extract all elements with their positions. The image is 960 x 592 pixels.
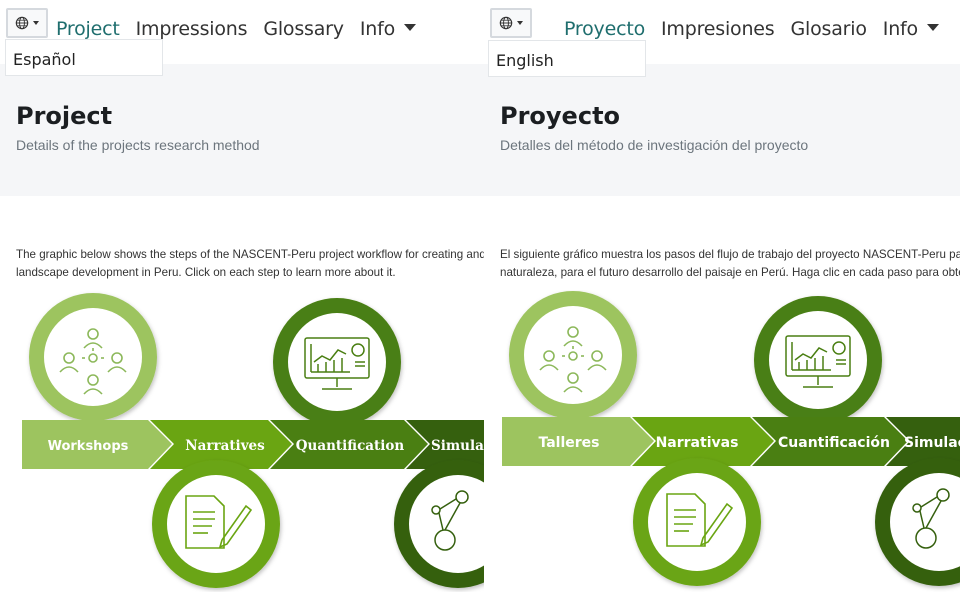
caret-down-icon <box>517 21 523 25</box>
page-title: Proyecto <box>500 102 621 130</box>
narratives-step-circle[interactable] <box>152 460 280 588</box>
globe-icon <box>499 16 513 30</box>
workshops-step-circle[interactable] <box>29 293 157 421</box>
workflow-graphic: Workshops Narratives Quantification Simu… <box>22 293 484 588</box>
globe-icon <box>15 16 29 30</box>
intro-line-2: naturaleza, para el futuro desarrollo de… <box>500 266 960 279</box>
intro-line-1: El siguiente gráfico muestra los pasos d… <box>500 248 960 261</box>
spanish-page-pane: Proyecto Impresiones Glosario Info Engli… <box>484 0 960 592</box>
nav-impresiones-link[interactable]: Impresiones <box>661 18 775 40</box>
step-label-simulation[interactable]: Simulat <box>431 438 484 454</box>
language-toggle-button[interactable] <box>6 8 48 38</box>
page-subtitle: Detalles del método de investigación del… <box>500 137 809 153</box>
narrativas-step-circle[interactable] <box>633 458 761 586</box>
caret-down-icon <box>33 21 39 25</box>
intro-text: El siguiente gráfico muestra los pasos d… <box>500 246 960 282</box>
intro-text: The graphic below shows the steps of the… <box>16 246 484 282</box>
nav-project-link[interactable]: Project <box>56 18 120 40</box>
page-header: Proyecto Detalles del método de investig… <box>484 64 960 196</box>
intro-line-1: The graphic below shows the steps of the… <box>16 248 484 261</box>
page-header: Project Details of the projects research… <box>0 64 484 196</box>
caret-down-icon <box>404 24 417 31</box>
simulation-step-circle[interactable] <box>394 460 484 588</box>
nav-info-label: Info <box>882 18 918 40</box>
page-subtitle: Details of the projects research method <box>16 137 260 153</box>
nav-info-dropdown[interactable]: Info <box>359 18 417 40</box>
nav-links: Proyecto Impresiones Glosario Info <box>564 18 939 40</box>
nav-glossary-link[interactable]: Glossary <box>263 18 344 40</box>
intro-line-2: landscape development in Peru. Click on … <box>16 266 396 279</box>
language-option-english[interactable]: English <box>488 40 646 77</box>
cuantificacion-step-circle[interactable] <box>754 296 882 424</box>
step-label-talleres[interactable]: Talleres <box>538 435 599 451</box>
nav-glosario-link[interactable]: Glosario <box>791 18 867 40</box>
step-label-workshops[interactable]: Workshops <box>48 439 129 454</box>
nav-impressions-link[interactable]: Impressions <box>136 18 248 40</box>
nav-info-label: Info <box>359 18 396 40</box>
nav-links: Project Impressions Glossary Info <box>56 18 417 40</box>
workflow-graphic: Talleres Narrativas Cuantificación Simul… <box>502 291 960 586</box>
step-label-quantification[interactable]: Quantification <box>296 438 405 454</box>
simulacion-step-circle[interactable] <box>875 458 960 586</box>
language-toggle-button[interactable] <box>490 8 532 38</box>
step-label-narrativas[interactable]: Narrativas <box>656 435 739 451</box>
page-title: Project <box>16 102 113 130</box>
language-option-espanol[interactable]: Español <box>5 39 163 76</box>
step-label-simulacion[interactable]: Simulac <box>904 435 960 451</box>
step-label-narratives[interactable]: Narratives <box>185 438 265 454</box>
talleres-step-circle[interactable] <box>509 291 637 419</box>
quantification-step-circle[interactable] <box>273 298 401 426</box>
nav-proyecto-link[interactable]: Proyecto <box>564 18 645 40</box>
nav-info-dropdown[interactable]: Info <box>883 18 939 40</box>
step-label-cuantificacion[interactable]: Cuantificación <box>778 435 890 451</box>
english-page-pane: Project Impressions Glossary Info Españo… <box>0 0 484 592</box>
caret-down-icon <box>926 24 939 31</box>
